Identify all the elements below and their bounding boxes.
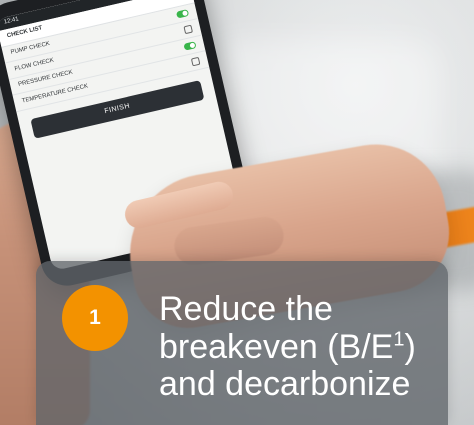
menu-icon[interactable]: ⋮ [178,0,185,1]
toggle-icon[interactable] [183,41,197,51]
step-number-badge: 1 [62,285,128,351]
headline-line-2-end: ) [404,327,416,366]
check-icon[interactable] [183,24,194,35]
footnote-superscript: 1 [393,328,405,351]
headline-line-1: Reduce the [159,290,333,328]
card-headline: Reduce the breakeven (B/E1) and decarbon… [159,290,449,404]
step-number: 1 [89,306,101,329]
toggle-icon[interactable] [175,9,190,19]
headline-line-3: and decarbonize [159,365,411,404]
check-icon[interactable] [190,57,201,67]
headline-line-2-main: breakeven (B/E [159,327,394,366]
headline-line-2: breakeven (B/E1) [159,327,449,367]
